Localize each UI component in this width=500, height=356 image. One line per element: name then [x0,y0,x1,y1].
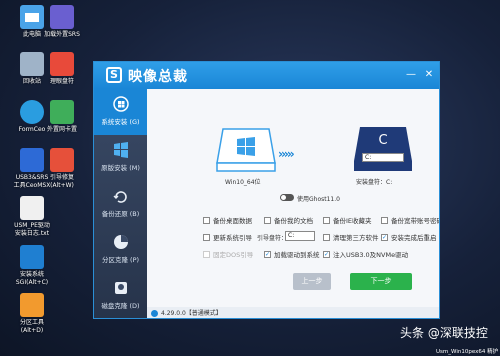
text-file-icon [20,196,44,220]
desktop-icon-label: 分区工具 (Alt+D) [19,319,44,334]
app-logo-icon: S [106,67,122,83]
desktop-icon-label: 加载外置SRS [44,31,80,38]
option-label: 更新系统引导 [213,234,252,242]
srs-icon [50,5,74,29]
option-clean-thirdparty[interactable]: 清理第三方软件 [323,232,379,242]
source-image-label: Win10_64位 [225,179,261,186]
option-label: 清理第三方软件 [333,234,379,242]
checkbox[interactable] [381,216,388,224]
main-content: Win10_64位 ››››› C C: 安装盘符：C: 使用Ghost11.0… [147,89,440,318]
desktop-icon-partition-tool[interactable]: 分区工具 (Alt+D) [6,293,58,335]
install-system-icon [20,245,44,269]
sidebar: 系统安装 (G) 原版安装 (M) 备份还原 (B) 分区克隆 (P) 磁盘克隆… [94,89,147,318]
target-drive-letter: C [378,133,388,148]
checkbox[interactable] [203,216,210,224]
app-title: 映像总裁 [128,69,188,85]
desktop-icon-label: 外置网卡置 [46,126,77,133]
desktop-icon-label: 引导修复 (Alt+W) [49,174,74,189]
desktop-icon-boot-repair[interactable]: 引导修复 (Alt+W) [36,148,88,190]
sidebar-item-label: 原版安装 (M) [101,164,140,172]
pie-partition-icon [112,233,130,251]
disk-icon [112,279,130,297]
app-window: S 映像总裁 — ✕ 系统安装 (G) 原版安装 (M) 备份还原 (B) 分区… [93,61,440,319]
sidebar-item-label: 分区克隆 (P) [101,256,140,264]
option-label: 安装完成后重启 [391,234,437,242]
minimize-icon[interactable]: — [404,68,418,82]
source-image-icon [215,127,277,173]
sidebar-item-backup-restore[interactable]: 备份还原 (B) [94,181,147,227]
target-disk-icon[interactable]: C C: [352,125,414,173]
option-update-boot[interactable]: 更新系统引导 [203,232,252,242]
boot-drive-select[interactable]: C: [285,231,315,241]
sidebar-item-label: 备份还原 (B) [101,210,140,218]
option-dim[interactable]: 固定DOS引导 [203,249,253,259]
drive-icon [50,52,74,76]
watermark-sub: Usm_Win10pex64 精护版 [436,349,499,355]
network-icon [50,100,74,124]
desktop-icon-network[interactable]: 外置网卡置 [36,100,88,134]
desktop-icon-log-file[interactable]: USM_PE驱动 安装日志.txt [6,196,58,238]
checkbox[interactable] [323,233,330,241]
option-label: 备份宽带账号密码 [391,217,440,225]
checkbox-checked[interactable]: ✓ [381,233,388,241]
partition-tool-icon [20,293,44,317]
sidebar-item-label: 系统安装 (G) [101,118,140,126]
desktop-icon-label: 理眼盘符 [49,78,74,85]
desktop-icon-label: USM_PE驱动 安装日志.txt [14,222,50,237]
checkbox[interactable] [264,216,271,224]
desktop-icon-load-srs[interactable]: 加载外置SRS [36,5,88,39]
watermark: 头条 @深联技控 [400,326,488,340]
option-restart-after[interactable]: ✓ 安装完成后重启 [381,232,437,242]
option-load-drivers[interactable]: ✓ 加载驱动到系统 [264,249,320,259]
option-backup-docs[interactable]: 备份我的文档 [264,215,313,225]
option-label: 固定DOS引导 [213,251,254,259]
checkbox-checked[interactable]: ✓ [323,250,330,258]
version-icon [151,310,158,317]
checkbox[interactable] [203,250,210,258]
arrow-right-icon: ››››› [278,147,295,161]
checkbox[interactable] [203,233,210,241]
option-backup-desktop[interactable]: 备份桌面数据 [203,215,252,225]
version-bar: 4.29.0.0【普通模式】 [147,307,439,318]
backup-icon [112,187,130,205]
option-label: 备份我的文档 [274,217,313,225]
option-inject-usb[interactable]: ✓ 注入USB3.0及NVMe驱动 [323,249,408,259]
desktop-icon-label: 安装系统 SGI(Alt+C) [15,271,49,286]
windows-icon [112,95,130,113]
option-backup-favorites[interactable]: 备份IE收藏夹 [323,215,372,225]
sidebar-item-disk-clone[interactable]: 磁盘克隆 (D) [94,273,147,318]
checkbox-checked[interactable]: ✓ [264,250,271,258]
title-bar: S 映像总裁 — ✕ [94,62,439,89]
option-backup-wifi[interactable]: 备份宽带账号密码 [381,215,440,225]
close-icon[interactable]: ✕ [422,68,436,82]
ghost-toggle-label: 使用Ghost11.0 [297,196,340,203]
ghost-toggle[interactable] [280,194,294,201]
desktop-icon-install-system[interactable]: 安装系统 SGI(Alt+C) [6,245,58,287]
desktop-icon-drive-letter[interactable]: 理眼盘符 [36,52,88,86]
option-label: 加载驱动到系统 [274,251,320,259]
boot-drive-label: 引导盘符： [257,235,288,242]
boot-repair-icon [50,148,74,172]
sidebar-item-original-install[interactable]: 原版安装 (M) [94,135,147,181]
sidebar-item-label: 磁盘克隆 (D) [101,302,140,310]
sidebar-item-partition-clone[interactable]: 分区克隆 (P) [94,227,147,273]
option-label: 备份桌面数据 [213,217,252,225]
checkbox[interactable] [323,216,330,224]
target-drive-select[interactable]: C: [362,153,404,162]
sidebar-item-system-install[interactable]: 系统安装 (G) [94,89,147,135]
next-button[interactable]: 下一步 [350,273,412,290]
option-label: 注入USB3.0及NVMe驱动 [333,251,409,259]
target-drive-label: 安装盘符：C: [356,179,393,186]
windows-logo-icon [112,141,130,159]
prev-button[interactable]: 上一步 [293,273,331,290]
option-label: 备份IE收藏夹 [333,217,372,225]
version-text: 4.29.0.0【普通模式】 [161,310,222,317]
